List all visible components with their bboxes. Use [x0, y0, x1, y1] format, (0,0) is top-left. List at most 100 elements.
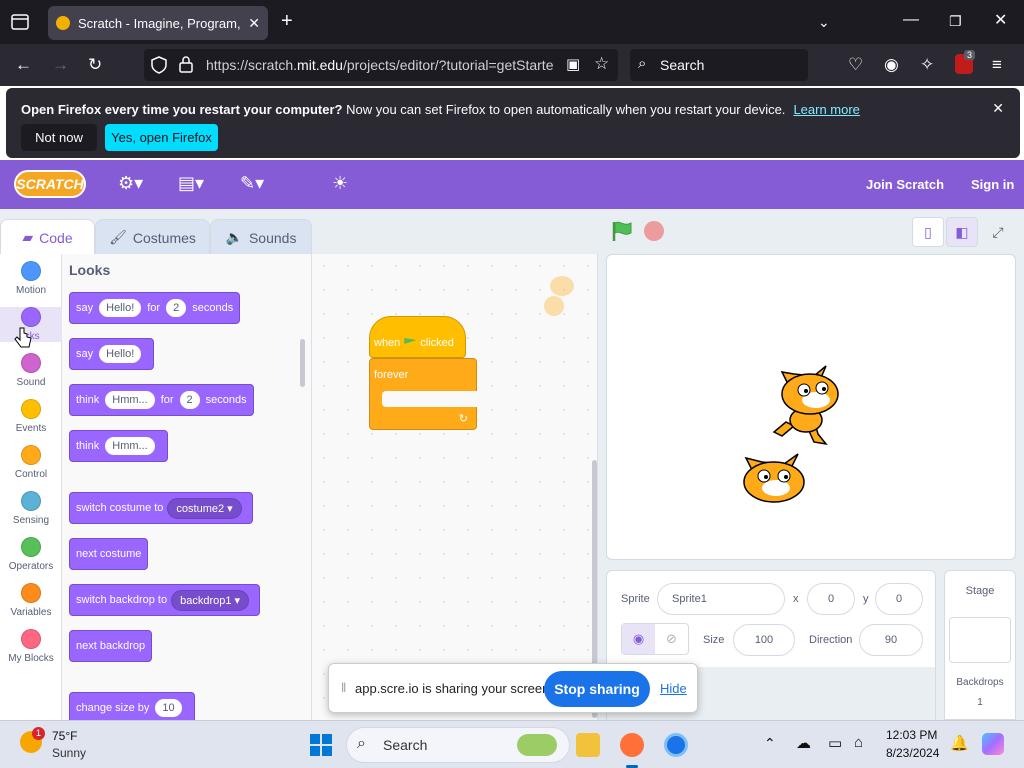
block-next-costume[interactable]: next costume [69, 538, 149, 570]
category-events[interactable]: Events [0, 399, 62, 434]
block-think-for-seconds[interactable]: think Hmm... for 2 seconds [69, 384, 254, 416]
url-host: mit.edu [297, 57, 343, 73]
stage-selector-panel[interactable]: Stage Backdrops 1 [944, 570, 1016, 720]
new-tab-icon[interactable]: + [281, 11, 293, 31]
notification-close-icon[interactable]: ✕ [992, 100, 1004, 117]
block-input[interactable]: Hmm... [105, 391, 155, 409]
block-say-for-seconds[interactable]: say Hello! for 2 seconds [69, 292, 241, 324]
hide-eye-icon[interactable]: ⊘ [655, 624, 688, 654]
block-next-backdrop[interactable]: next backdrop [69, 630, 153, 662]
search-box[interactable]: ⌕ Search [630, 49, 808, 81]
tab-sounds[interactable]: 🔈 Sounds [210, 219, 312, 255]
learn-more-link[interactable]: Learn more [793, 102, 859, 117]
category-sound[interactable]: Sound [0, 353, 62, 388]
chevron-up-icon[interactable]: ⌃ [764, 735, 776, 752]
bookmark-star-icon[interactable]: ☆ [594, 55, 609, 72]
pocket-icon[interactable]: ♡ [848, 56, 863, 73]
notification-bell-icon[interactable]: 🔔 [950, 734, 969, 752]
url-bar[interactable]: https://scratch. mit.edu/projects/editor/… [144, 49, 618, 81]
restore-icon[interactable]: ❐ [949, 13, 962, 29]
network-icon[interactable]: ⌂ [854, 734, 863, 751]
scratch-cat-sprite[interactable] [764, 362, 854, 454]
costume-dropdown[interactable]: costume2 ▾ [167, 497, 242, 519]
shield-icon[interactable] [151, 56, 167, 74]
category-control[interactable]: Control [0, 445, 62, 480]
window-close-icon[interactable]: ✕ [994, 13, 1007, 29]
stop-sharing-button[interactable]: Stop sharing [544, 671, 650, 707]
block-input[interactable]: Hello! [99, 345, 142, 363]
block-input[interactable]: Hello! [99, 299, 142, 317]
palette-scrollbar[interactable] [300, 339, 305, 387]
scratch-logo[interactable]: SCRATCH [14, 170, 86, 198]
backdrop-dropdown[interactable]: backdrop1 ▾ [171, 589, 250, 611]
taskbar-search[interactable]: ⌕ Search [346, 727, 570, 763]
tab-code-label: Code [39, 229, 73, 246]
hide-link[interactable]: Hide [660, 681, 687, 696]
list-all-tabs-chevron-icon[interactable]: ⌄ [818, 14, 830, 30]
forever-block[interactable]: forever ↻ [369, 358, 478, 430]
edit-pencil-icon[interactable]: ✎▾ [240, 174, 264, 192]
category-variables[interactable]: Variables [0, 583, 62, 618]
hamburger-menu-icon[interactable]: ≡ [992, 56, 1002, 73]
tutorials-lightbulb-icon[interactable]: ☀ [332, 174, 348, 192]
block-switch-backdrop[interactable]: switch backdrop to backdrop1 ▾ [69, 584, 261, 616]
settings-gear-icon[interactable]: ⚙▾ [118, 174, 143, 192]
scratch-cat-head-sprite[interactable] [738, 452, 810, 506]
category-operators[interactable]: Operators [0, 537, 62, 572]
stage-thumbnail[interactable] [949, 617, 1011, 663]
minimize-icon[interactable]: — [903, 12, 919, 28]
browser-tab-active[interactable]: Scratch - Imagine, Program, Sh ✕ [48, 6, 268, 40]
block-input[interactable]: 2 [179, 391, 200, 409]
join-scratch-link[interactable]: Join Scratch [866, 177, 944, 192]
extensions-puzzle-icon[interactable]: ✧ [920, 56, 934, 73]
file-menu-icon[interactable]: ▤▾ [178, 174, 204, 192]
block-input[interactable]: Hmm... [105, 437, 155, 455]
back-icon[interactable]: ← [15, 56, 32, 73]
stop-button-icon[interactable] [644, 221, 664, 241]
block-say[interactable]: say Hello! [69, 338, 155, 370]
x-input[interactable]: 0 [807, 583, 855, 615]
lock-icon[interactable] [179, 55, 193, 73]
clock-date[interactable]: 8/23/2024 [886, 746, 939, 760]
when-flag-clicked-block[interactable]: when clicked [369, 316, 466, 358]
sprite-name-input[interactable]: Sprite1 [657, 583, 785, 615]
fullscreen-icon[interactable]: ⤢ [982, 217, 1014, 247]
category-my-blocks[interactable]: My Blocks [0, 629, 62, 664]
tab-close-icon[interactable]: ✕ [248, 15, 260, 32]
show-eye-icon[interactable]: ◉ [622, 624, 655, 654]
windows-taskbar: 1 75°F Sunny ⌕ Search ⌃ ☁ ▭ ⌂ 12:03 PM 8… [0, 720, 1024, 768]
cloud-offline-icon[interactable]: ☁ [796, 734, 811, 752]
clock-time[interactable]: 12:03 PM [886, 728, 937, 742]
small-stage-mode-icon[interactable]: ▯ [912, 217, 944, 247]
block-input[interactable]: 2 [166, 299, 187, 317]
windows-start-icon[interactable] [309, 733, 333, 757]
green-flag-button-icon[interactable] [611, 220, 633, 242]
y-input[interactable]: 0 [875, 583, 923, 615]
file-explorer-icon[interactable] [576, 733, 600, 757]
block-switch-costume[interactable]: switch costume to costume2 ▾ [69, 492, 253, 524]
drag-handle-icon[interactable]: ‖ [341, 680, 346, 695]
category-label: Sound [16, 377, 46, 388]
direction-input[interactable]: 90 [859, 624, 923, 656]
category-motion[interactable]: Motion [0, 261, 62, 296]
tab-code[interactable]: ▰ Code [0, 219, 95, 255]
tab-list-icon[interactable] [11, 14, 29, 30]
tab-costumes[interactable]: 🖌 Costumes [95, 219, 210, 255]
yes-open-firefox-button[interactable]: Yes, open Firefox [105, 124, 218, 151]
reader-view-icon[interactable]: ▣ [566, 56, 580, 73]
block-input[interactable]: 10 [155, 699, 182, 717]
chrome-taskbar-icon[interactable] [664, 733, 688, 757]
account-icon[interactable]: ◉ [884, 56, 899, 73]
size-input[interactable]: 100 [733, 624, 795, 656]
category-sensing[interactable]: Sensing [0, 491, 62, 526]
forward-icon[interactable]: → [52, 56, 69, 73]
reload-icon[interactable]: ↻ [88, 56, 102, 73]
block-think[interactable]: think Hmm... [69, 430, 168, 462]
copilot-icon[interactable] [982, 733, 1004, 755]
normal-stage-mode-icon[interactable]: ◧ [946, 217, 978, 247]
not-now-button[interactable]: Not now [21, 124, 97, 151]
firefox-taskbar-icon[interactable] [620, 733, 644, 757]
display-icon[interactable]: ▭ [828, 734, 842, 752]
block-change-size[interactable]: change size by 10 [69, 692, 195, 720]
sign-in-link[interactable]: Sign in [971, 177, 1014, 192]
